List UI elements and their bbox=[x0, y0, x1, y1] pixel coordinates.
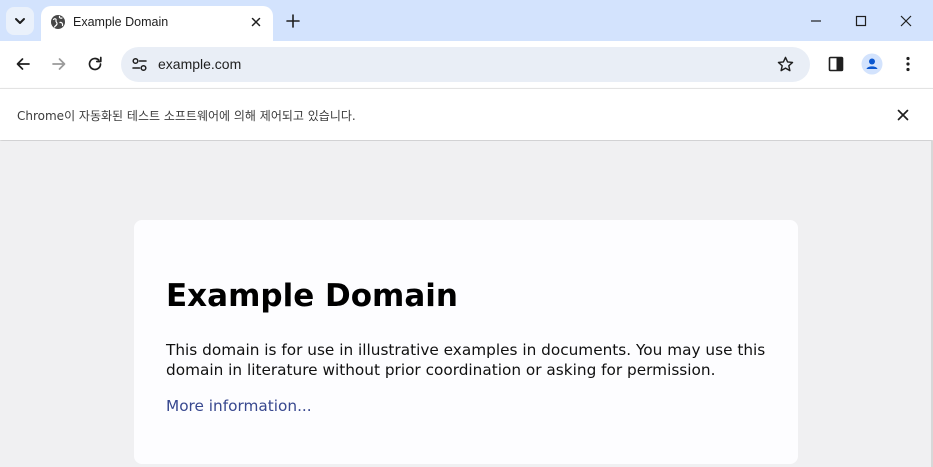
close-icon[interactable] bbox=[248, 14, 264, 30]
tune-icon[interactable] bbox=[131, 56, 148, 73]
window-close-icon[interactable] bbox=[896, 11, 916, 31]
automation-infobar: Chrome이 자동화된 테스트 소프트웨어에 의해 제어되고 있습니다. bbox=[0, 88, 933, 140]
browser-toolbar: example.com bbox=[0, 41, 933, 88]
content-card: Example Domain This domain is for use in… bbox=[134, 220, 798, 464]
arrow-right-icon[interactable] bbox=[49, 54, 69, 74]
tab-strip: Example Domain bbox=[0, 0, 933, 41]
reload-icon[interactable] bbox=[85, 54, 105, 74]
maximize-icon[interactable] bbox=[851, 11, 871, 31]
star-icon[interactable] bbox=[776, 55, 795, 74]
minimize-icon[interactable] bbox=[806, 11, 826, 31]
arrow-left-icon[interactable] bbox=[13, 54, 33, 74]
tab-title: Example Domain bbox=[73, 15, 169, 29]
more-information-link[interactable]: More information... bbox=[166, 397, 312, 415]
chevron-down-icon bbox=[15, 18, 25, 24]
close-icon[interactable] bbox=[895, 107, 911, 123]
url-text[interactable]: example.com bbox=[158, 56, 241, 72]
infobar-message: Chrome이 자동화된 테스트 소프트웨어에 의해 제어되고 있습니다. bbox=[17, 109, 356, 123]
kebab-menu-icon[interactable] bbox=[898, 54, 918, 74]
page-description: This domain is for use in illustrative e… bbox=[166, 341, 766, 379]
side-panel-icon[interactable] bbox=[826, 54, 846, 74]
plus-icon[interactable] bbox=[283, 11, 303, 31]
tab-example-domain[interactable]: Example Domain bbox=[41, 6, 273, 41]
tab-search-button[interactable] bbox=[6, 7, 34, 35]
address-bar[interactable]: example.com bbox=[121, 47, 810, 82]
page-title: Example Domain bbox=[166, 278, 458, 314]
profile-icon[interactable] bbox=[861, 53, 883, 75]
globe-icon bbox=[51, 15, 65, 29]
